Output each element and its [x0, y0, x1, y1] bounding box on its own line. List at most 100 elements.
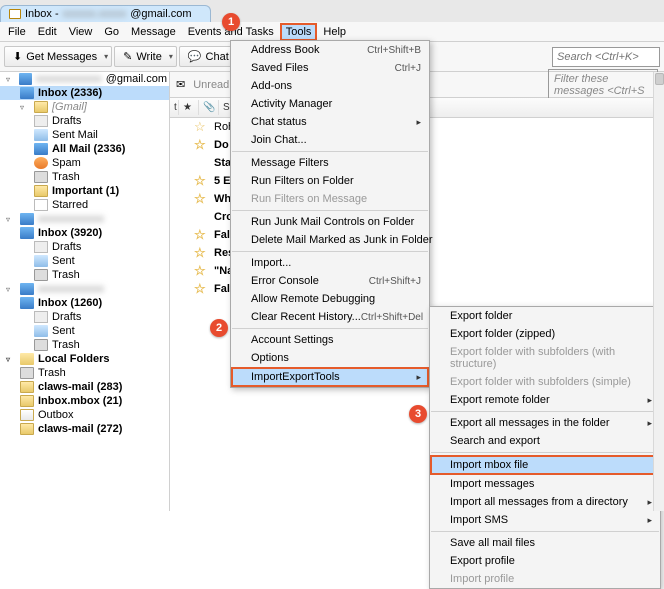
menu-item[interactable]: Account Settings — [231, 331, 429, 349]
menu-item[interactable]: Join Chat... — [231, 131, 429, 149]
qf-toggle-icon[interactable]: ✉ — [176, 78, 185, 91]
menu-separator — [232, 328, 428, 329]
menu-item[interactable]: Delete Mail Marked as Junk in Folder — [231, 231, 429, 249]
folder-item[interactable]: Trash — [0, 170, 169, 184]
submenu-item[interactable]: Save all mail files — [430, 534, 660, 552]
folder-label: Starred — [52, 199, 88, 211]
folder-item[interactable]: Trash — [0, 338, 169, 352]
menu-item-label: Error Console — [251, 275, 319, 287]
menu-item[interactable]: Run Filters on Folder — [231, 172, 429, 190]
submenu-item[interactable]: Export folder (zipped) — [430, 325, 660, 343]
get-messages-button[interactable]: ⬇ Get Messages — [4, 46, 112, 67]
active-tab[interactable]: Inbox - xxxxxx.xxxxx @gmail.com — [0, 5, 211, 22]
menu-item[interactable]: ImportExportTools▸ — [231, 367, 429, 387]
menu-go[interactable]: Go — [98, 24, 125, 40]
star-icon[interactable]: ☆ — [194, 173, 214, 189]
account-row[interactable]: ▿xxxxxxxxxxxx — [0, 282, 169, 296]
submenu-item-label: Export profile — [450, 555, 515, 567]
col-star[interactable]: ★ — [179, 100, 199, 115]
qf-filter-input[interactable]: Filter these messages <Ctrl+S — [548, 69, 658, 101]
col-thread[interactable]: t — [170, 100, 179, 115]
folder-item[interactable]: ▿[Gmail] — [0, 100, 169, 114]
star-icon[interactable]: ☆ — [194, 263, 214, 279]
star-icon[interactable]: ☆ — [194, 281, 214, 297]
menu-message[interactable]: Message — [125, 24, 182, 40]
submenu-arrow-icon: ▸ — [416, 372, 421, 383]
menu-item[interactable]: Saved FilesCtrl+J — [231, 59, 429, 77]
submenu-item[interactable]: Export all messages in the folder▸ — [430, 414, 660, 432]
submenu-item[interactable]: Import messages — [430, 475, 660, 493]
account-row[interactable]: ▿xxxxxxxxxxxx@gmail.com — [0, 72, 169, 86]
menu-item[interactable]: Allow Remote Debugging — [231, 290, 429, 308]
folder-item[interactable]: Drafts — [0, 114, 169, 128]
menu-file[interactable]: File — [2, 24, 32, 40]
star-icon[interactable]: ☆ — [194, 245, 214, 261]
menu-help[interactable]: Help — [317, 24, 352, 40]
folder-item[interactable]: Inbox (1260) — [0, 296, 169, 310]
col-attach[interactable]: 📎 — [199, 100, 219, 115]
folder-label: Drafts — [52, 115, 81, 127]
folder-label: Drafts — [52, 241, 81, 253]
menu-item[interactable]: Address BookCtrl+Shift+B — [231, 41, 429, 59]
submenu-item[interactable]: Import mbox file — [430, 455, 660, 475]
menu-tools[interactable]: Tools — [280, 23, 318, 41]
menu-item[interactable]: Clear Recent History...Ctrl+Shift+Del — [231, 308, 429, 326]
folder-item[interactable]: Starred — [0, 198, 169, 212]
menu-item[interactable]: Import... — [231, 254, 429, 272]
menu-item[interactable]: Activity Manager — [231, 95, 429, 113]
folder-item[interactable]: Drafts — [0, 310, 169, 324]
folder-item[interactable]: Inbox (2336) — [0, 86, 169, 100]
submenu-item[interactable]: Export remote folder▸ — [430, 391, 660, 409]
menu-item[interactable]: Message Filters — [231, 154, 429, 172]
folder-label: Spam — [52, 157, 81, 169]
menu-item[interactable]: Run Junk Mail Controls on Folder — [231, 213, 429, 231]
search-input[interactable] — [552, 47, 660, 67]
folder-item[interactable]: All Mail (2336) — [0, 142, 169, 156]
menu-bar: File Edit View Go Message Events and Tas… — [0, 22, 664, 42]
menu-item[interactable]: Chat status▸ — [231, 113, 429, 131]
menu-edit[interactable]: Edit — [32, 24, 63, 40]
menu-item-label: Options — [251, 352, 289, 364]
star-icon[interactable]: ☆ — [194, 191, 214, 207]
folder-item[interactable]: Drafts — [0, 240, 169, 254]
folder-item[interactable]: Important (1) — [0, 184, 169, 198]
menu-item[interactable]: Options — [231, 349, 429, 367]
menu-item[interactable]: Add-ons — [231, 77, 429, 95]
qf-unread[interactable]: Unread — [193, 79, 229, 91]
folder-item[interactable]: Trash — [0, 268, 169, 282]
submenu-item[interactable]: Import all messages from a directory▸ — [430, 493, 660, 511]
folder-item[interactable]: Inbox.mbox (21) — [0, 394, 169, 408]
submenu-item[interactable]: Export profile — [430, 552, 660, 570]
scrollbar-thumb[interactable] — [655, 73, 664, 85]
menu-item[interactable]: Error ConsoleCtrl+Shift+J — [231, 272, 429, 290]
pencil-icon: ✎ — [123, 50, 132, 63]
all-icon — [34, 143, 48, 155]
folder-item[interactable]: Sent Mail — [0, 128, 169, 142]
folder-item[interactable]: Outbox — [0, 408, 169, 422]
out-icon — [20, 409, 34, 421]
scrollbar[interactable] — [653, 72, 664, 511]
submenu-item[interactable]: Import SMS▸ — [430, 511, 660, 529]
folder-item[interactable]: Spam — [0, 156, 169, 170]
submenu-item[interactable]: Search and export — [430, 432, 660, 450]
chat-button[interactable]: 💬 Chat — [179, 46, 238, 67]
write-button[interactable]: ✎ Write — [114, 46, 177, 67]
local-folders-row[interactable]: ▿Local Folders — [0, 352, 169, 366]
folder-item[interactable]: Sent — [0, 324, 169, 338]
folder-item[interactable]: Sent — [0, 254, 169, 268]
star-icon[interactable]: ☆ — [194, 227, 214, 243]
account-row[interactable]: ▿xxxxxxxxxxxx — [0, 212, 169, 226]
folder-label: Inbox (3920) — [38, 227, 102, 239]
submenu-item[interactable]: Export folder — [430, 307, 660, 325]
menu-item-label: Import... — [251, 257, 291, 269]
folder-item[interactable]: claws-mail (272) — [0, 422, 169, 436]
folder-item[interactable]: Inbox (3920) — [0, 226, 169, 240]
menu-item-label: Message Filters — [251, 157, 329, 169]
star-icon[interactable]: ☆ — [194, 137, 214, 153]
star-icon[interactable]: ☆ — [194, 119, 214, 135]
shortcut-label: Ctrl+Shift+Del — [361, 312, 423, 323]
local-folders-label: Local Folders — [38, 353, 110, 365]
folder-item[interactable]: Trash — [0, 366, 169, 380]
menu-view[interactable]: View — [63, 24, 99, 40]
folder-item[interactable]: claws-mail (283) — [0, 380, 169, 394]
